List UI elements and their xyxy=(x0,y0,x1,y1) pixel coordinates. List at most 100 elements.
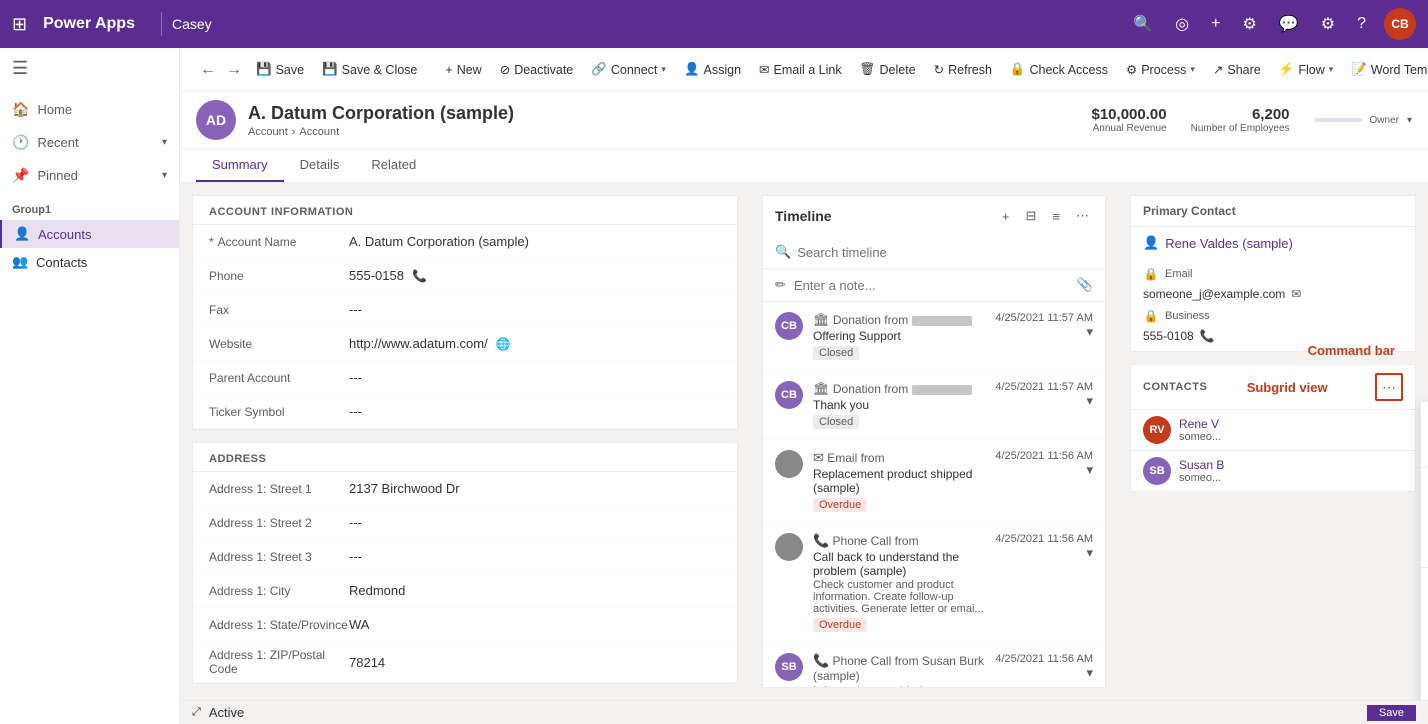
word-templates-button[interactable]: 📝 Word Templates ▾ xyxy=(1343,58,1428,81)
expand-icon[interactable]: ▾ xyxy=(1086,324,1093,339)
timeline-content: 🏛 Donation from Thank you Closed xyxy=(813,381,985,429)
phone-value[interactable]: 555-0158 📞 xyxy=(349,268,721,283)
website-value[interactable]: http://www.adatum.com/ 🌐 xyxy=(349,336,721,351)
timeline-filter-button[interactable]: ⊟ xyxy=(1022,206,1041,226)
deactivate-button[interactable]: ⊘ Deactivate xyxy=(492,58,582,81)
save-close-button[interactable]: 💾 Save & Close xyxy=(314,58,425,81)
help-icon[interactable]: ? xyxy=(1353,11,1370,37)
menu-item-excel-templates[interactable]: 📄 Excel Templates › xyxy=(1421,666,1428,698)
account-name-value[interactable]: A. Datum Corporation (sample) xyxy=(349,234,721,249)
tab-summary[interactable]: Summary xyxy=(196,149,284,182)
street2-value[interactable]: --- xyxy=(349,515,721,530)
parent-account-value[interactable]: --- xyxy=(349,370,721,385)
timeline-title: Timeline xyxy=(775,208,832,224)
expand-icon[interactable]: ▾ xyxy=(1086,393,1093,408)
expand-icon[interactable]: ▾ xyxy=(1086,462,1093,477)
menu-item-flow[interactable]: ⚡ Flow › xyxy=(1421,602,1428,634)
add-icon[interactable]: + xyxy=(1207,11,1224,37)
share-button[interactable]: ↗ Share xyxy=(1205,58,1269,81)
timeline-body: CB 🏛 Donation from Offering Support Clos… xyxy=(762,302,1106,688)
street3-value[interactable]: --- xyxy=(349,549,721,564)
gear-icon[interactable]: ⚙ xyxy=(1317,10,1339,38)
waffle-icon[interactable]: ⊞ xyxy=(12,14,27,35)
primary-contact-card: Primary Contact 👤 Rene Valdes (sample) 🔒… xyxy=(1130,195,1416,352)
page-body: ACCOUNT INFORMATION * Account Name A. Da… xyxy=(180,183,1428,700)
sidebar-item-pinned[interactable]: 📌 Pinned ▾ xyxy=(0,159,179,192)
globe-icon[interactable]: 🌐 xyxy=(496,337,511,351)
city-value[interactable]: Redmond xyxy=(349,583,721,598)
left-column: ACCOUNT INFORMATION * Account Name A. Da… xyxy=(180,183,750,700)
timeline-search-input[interactable] xyxy=(797,245,1093,260)
flow-button[interactable]: ⚡ Flow ▾ xyxy=(1271,58,1342,81)
process-button[interactable]: ⚙ Process ▾ xyxy=(1118,58,1203,81)
main-layout: ☰ 🏠 Home 🕐 Recent ▾ 📌 Pinned ▾ Group1 👤 … xyxy=(0,48,1428,724)
contact-name-rv[interactable]: Rene V xyxy=(1179,417,1221,431)
record-title-area: A. Datum Corporation (sample) Account › … xyxy=(248,103,1080,138)
phone-icon: 📞 xyxy=(813,653,829,668)
phone-icon[interactable]: 📞 xyxy=(412,269,427,283)
sidebar-toggle[interactable]: ☰ xyxy=(0,48,179,89)
tab-details[interactable]: Details xyxy=(284,149,356,182)
menu-item-new-command[interactable]: ✓ New Command xyxy=(1421,533,1428,565)
refresh-button[interactable]: ↻ Refresh xyxy=(926,58,1000,81)
filter-icon[interactable]: ⚙ xyxy=(1238,10,1260,38)
contact-name-sb[interactable]: Susan B xyxy=(1179,458,1224,472)
street1-value[interactable]: 2137 Birchwood Dr xyxy=(349,481,721,496)
menu-item-refresh[interactable]: ↻ Refresh xyxy=(1421,570,1428,602)
sidebar-item-home[interactable]: 🏠 Home xyxy=(0,93,179,126)
top-nav: ⊞ Power Apps Casey 🔍 ◎ + ⚙ 💬 ⚙ ? CB xyxy=(0,0,1428,48)
breadcrumb-account1[interactable]: Account xyxy=(248,126,288,138)
menu-item-add-existing[interactable]: 📋 Add Existing Contact xyxy=(1421,501,1428,533)
save-button[interactable]: 💾 Save xyxy=(248,58,312,81)
back-button[interactable]: ← xyxy=(196,57,220,83)
status-save-button[interactable]: Save xyxy=(1367,705,1416,721)
zip-value[interactable]: 78214 xyxy=(349,655,721,670)
contacts-icon: 👥 xyxy=(12,254,28,270)
search-icon[interactable]: 🔍 xyxy=(1129,10,1157,38)
menu-item-export-contacts[interactable]: 📤 Export Contacts | › xyxy=(1421,698,1428,700)
menu-item-sort[interactable]: ↕ Sort xyxy=(1421,434,1428,465)
state-value[interactable]: WA xyxy=(349,617,721,632)
sidebar-item-accounts[interactable]: 👤 Accounts xyxy=(0,220,179,248)
forward-button[interactable]: → xyxy=(222,57,246,83)
timeline-avatar xyxy=(775,450,803,478)
timeline-list-button[interactable]: ≡ xyxy=(1048,207,1064,226)
check-access-button[interactable]: 🔒 Check Access xyxy=(1002,58,1116,81)
timeline-from: Email from xyxy=(827,451,884,465)
assign-icon: 👤 xyxy=(684,62,700,77)
chat-icon[interactable]: 💬 xyxy=(1275,10,1303,38)
new-button[interactable]: + New xyxy=(437,59,489,81)
menu-item-run-report[interactable]: 📊 Run Report › xyxy=(1421,634,1428,666)
share-icon: ↗ xyxy=(1213,62,1223,77)
email-action-icon[interactable]: ✉ xyxy=(1291,287,1301,301)
menu-item-new-contact[interactable]: + New Contact xyxy=(1421,470,1428,501)
field-zip: Address 1: ZIP/Postal Code 78214 xyxy=(193,642,737,683)
fax-value[interactable]: --- xyxy=(349,302,721,317)
settings-check-icon[interactable]: ◎ xyxy=(1171,10,1193,38)
connect-button[interactable]: 🔗 Connect ▾ xyxy=(583,58,674,81)
avatar[interactable]: CB xyxy=(1384,8,1416,40)
timeline-more-button[interactable]: ⋯ xyxy=(1072,206,1093,226)
timeline-add-button[interactable]: + xyxy=(998,207,1014,226)
employees-label: Number of Employees xyxy=(1191,123,1290,134)
subgrid-more-button[interactable]: ⋯ xyxy=(1375,373,1403,401)
email-link-button[interactable]: ✉ Email a Link xyxy=(751,58,850,81)
sidebar-item-contacts[interactable]: 👥 Contacts xyxy=(0,248,179,276)
breadcrumb-account2[interactable]: Account xyxy=(299,126,339,138)
delete-button[interactable]: 🗑 Delete xyxy=(852,58,924,81)
primary-contact-link[interactable]: 👤 Rene Valdes (sample) xyxy=(1131,227,1415,259)
expand-icon[interactable]: ▾ xyxy=(1086,665,1093,680)
phone-call-icon[interactable]: 📞 xyxy=(1200,329,1215,343)
contact-info-section: 🔒 Email someone_j@example.com ✉ 🔒 Busine… xyxy=(1131,259,1415,351)
timeline-note-input[interactable] xyxy=(794,278,1069,293)
owner-chevron-icon[interactable]: ▾ xyxy=(1407,115,1412,126)
assign-button[interactable]: 👤 Assign xyxy=(676,58,749,81)
ticker-symbol-value[interactable]: --- xyxy=(349,404,721,419)
menu-item-select[interactable]: ☑ Select xyxy=(1421,402,1428,434)
tab-related[interactable]: Related xyxy=(355,149,432,182)
record-tabs: Summary Details Related xyxy=(180,149,1428,183)
sidebar-item-recent[interactable]: 🕐 Recent ▾ xyxy=(0,126,179,159)
expand-icon[interactable]: ▾ xyxy=(1086,545,1093,560)
contact-item-sb: SB Susan B someo... xyxy=(1131,450,1415,491)
timeline-item: CB 🏛 Donation from Offering Support Clos… xyxy=(763,302,1105,371)
